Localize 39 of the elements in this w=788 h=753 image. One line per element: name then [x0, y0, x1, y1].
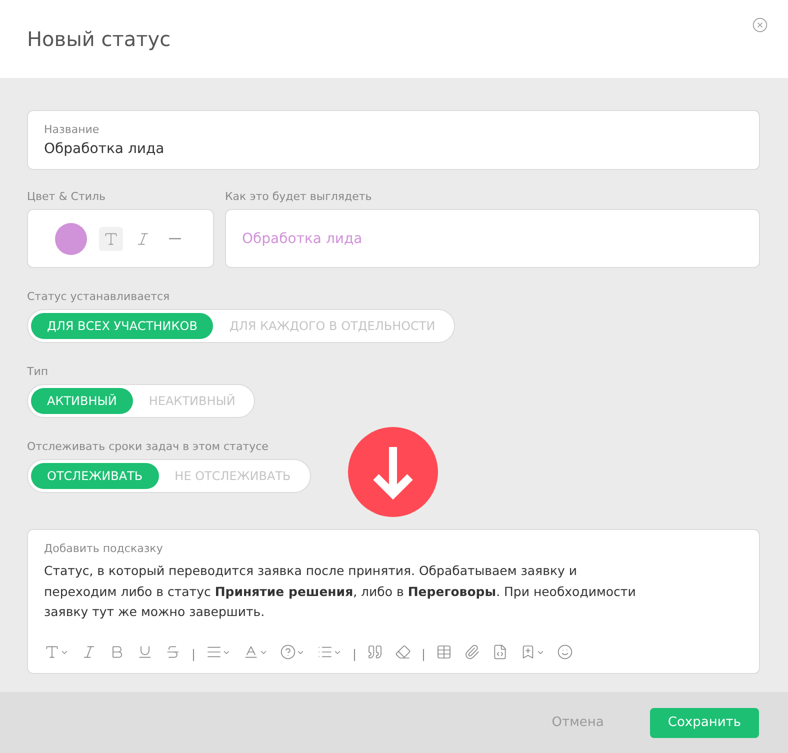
hint-label: Добавить подсказку	[44, 542, 164, 555]
close-icon[interactable]	[752, 17, 768, 33]
field-label: Название	[44, 123, 100, 136]
name-field[interactable]: Название Обработка лида	[27, 110, 760, 170]
italic-icon[interactable]	[81, 644, 97, 660]
style-label: Цвет & Стиль	[27, 190, 107, 203]
text-style-button[interactable]	[98, 226, 122, 250]
segment-option[interactable]: НЕ ОТСЛЕЖИВАТЬ	[158, 463, 307, 489]
save-button[interactable]: Сохранить	[650, 708, 759, 738]
segment-option[interactable]: ОТСЛЕЖИВАТЬ	[31, 463, 159, 489]
code-file-icon[interactable]	[492, 644, 508, 660]
toggle-label: Отслеживать сроки задач в этом статусе	[27, 440, 270, 453]
preview-text: Обработка лида	[242, 230, 362, 246]
segment-option[interactable]: АКТИВНЫЙ	[31, 388, 133, 414]
toggle-label: Тип	[27, 365, 50, 378]
eraser-icon[interactable]	[395, 644, 411, 660]
text-type-icon[interactable]	[44, 644, 69, 660]
dialog-title: Новый статус	[27, 27, 171, 51]
hint-text: Статус, в который переводится заявка после принятия. Обрабатываем заявку и переходим либо в статус Принятие решения, либо в Переговоры. При необходимости заявку тут же можно завершить.	[44, 562, 637, 621]
segment-option[interactable]: ДЛЯ КАЖДОГО В ОТДЕЛЬНОСТИ	[213, 313, 452, 339]
smile-icon[interactable]	[557, 644, 573, 660]
strikethrough-icon[interactable]	[165, 644, 181, 660]
text-style-icon	[102, 230, 118, 246]
preview-label: Как это будет выглядеть	[225, 190, 373, 203]
align-icon[interactable]	[206, 644, 231, 660]
table-icon[interactable]	[436, 644, 452, 660]
dash-icon	[168, 238, 180, 240]
segment-option[interactable]: НЕАКТИВНЫЙ	[132, 388, 252, 414]
font-color-icon[interactable]	[243, 644, 268, 660]
underline-icon[interactable]	[137, 644, 153, 660]
quote-icon[interactable]	[367, 644, 383, 660]
bookmark-plus-icon[interactable]	[520, 644, 545, 660]
cancel-button[interactable]: Отмена	[534, 708, 622, 738]
color-swatch[interactable]	[54, 222, 86, 254]
hint-editor[interactable]	[27, 529, 760, 674]
down-arrow-badge-icon	[348, 427, 438, 517]
segment-option[interactable]: ДЛЯ ВСЕХ УЧАСТНИКОВ	[31, 313, 214, 339]
toggle-label: Статус устанавливается	[27, 290, 171, 303]
paperclip-icon[interactable]	[464, 644, 480, 660]
